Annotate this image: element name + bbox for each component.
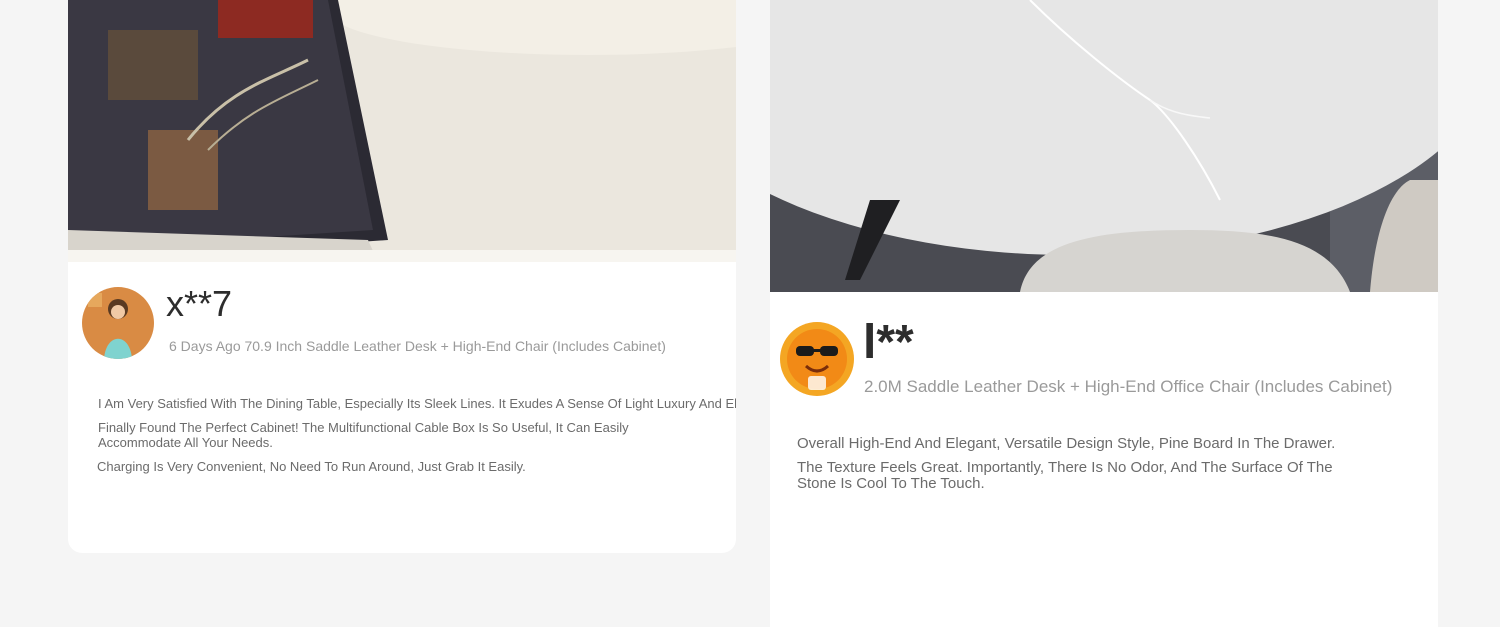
review-text-line: Finally Found The Perfect Cabinet! The M…: [98, 420, 629, 450]
review-text-line: The Texture Feels Great. Importantly, Th…: [797, 459, 1333, 493]
review-photo[interactable]: [770, 0, 1438, 292]
review-text-line: Overall High-End And Elegant, Versatile …: [797, 435, 1336, 452]
review-photo-image: [770, 0, 1438, 292]
review-text-line: I Am Very Satisfied With The Dining Tabl…: [98, 396, 736, 411]
avatar[interactable]: [82, 287, 154, 359]
avatar-image: [82, 287, 154, 359]
review-photo[interactable]: [68, 0, 736, 262]
review-meta: 6 Days Ago 70.9 Inch Saddle Leather Desk…: [169, 338, 666, 354]
review-text-line: Charging Is Very Convenient, No Need To …: [97, 459, 526, 474]
review-card: l** 2.0M Saddle Leather Desk + High-End …: [770, 0, 1438, 627]
review-card: x**7 6 Days Ago 70.9 Inch Saddle Leather…: [68, 0, 736, 553]
avatar-image: [780, 322, 854, 396]
avatar[interactable]: [780, 322, 854, 396]
review-meta: 2.0M Saddle Leather Desk + High-End Offi…: [864, 377, 1393, 396]
review-photo-image: [68, 0, 736, 262]
reviewer-name: l**: [863, 316, 914, 369]
reviewer-name: x**7: [166, 283, 233, 324]
